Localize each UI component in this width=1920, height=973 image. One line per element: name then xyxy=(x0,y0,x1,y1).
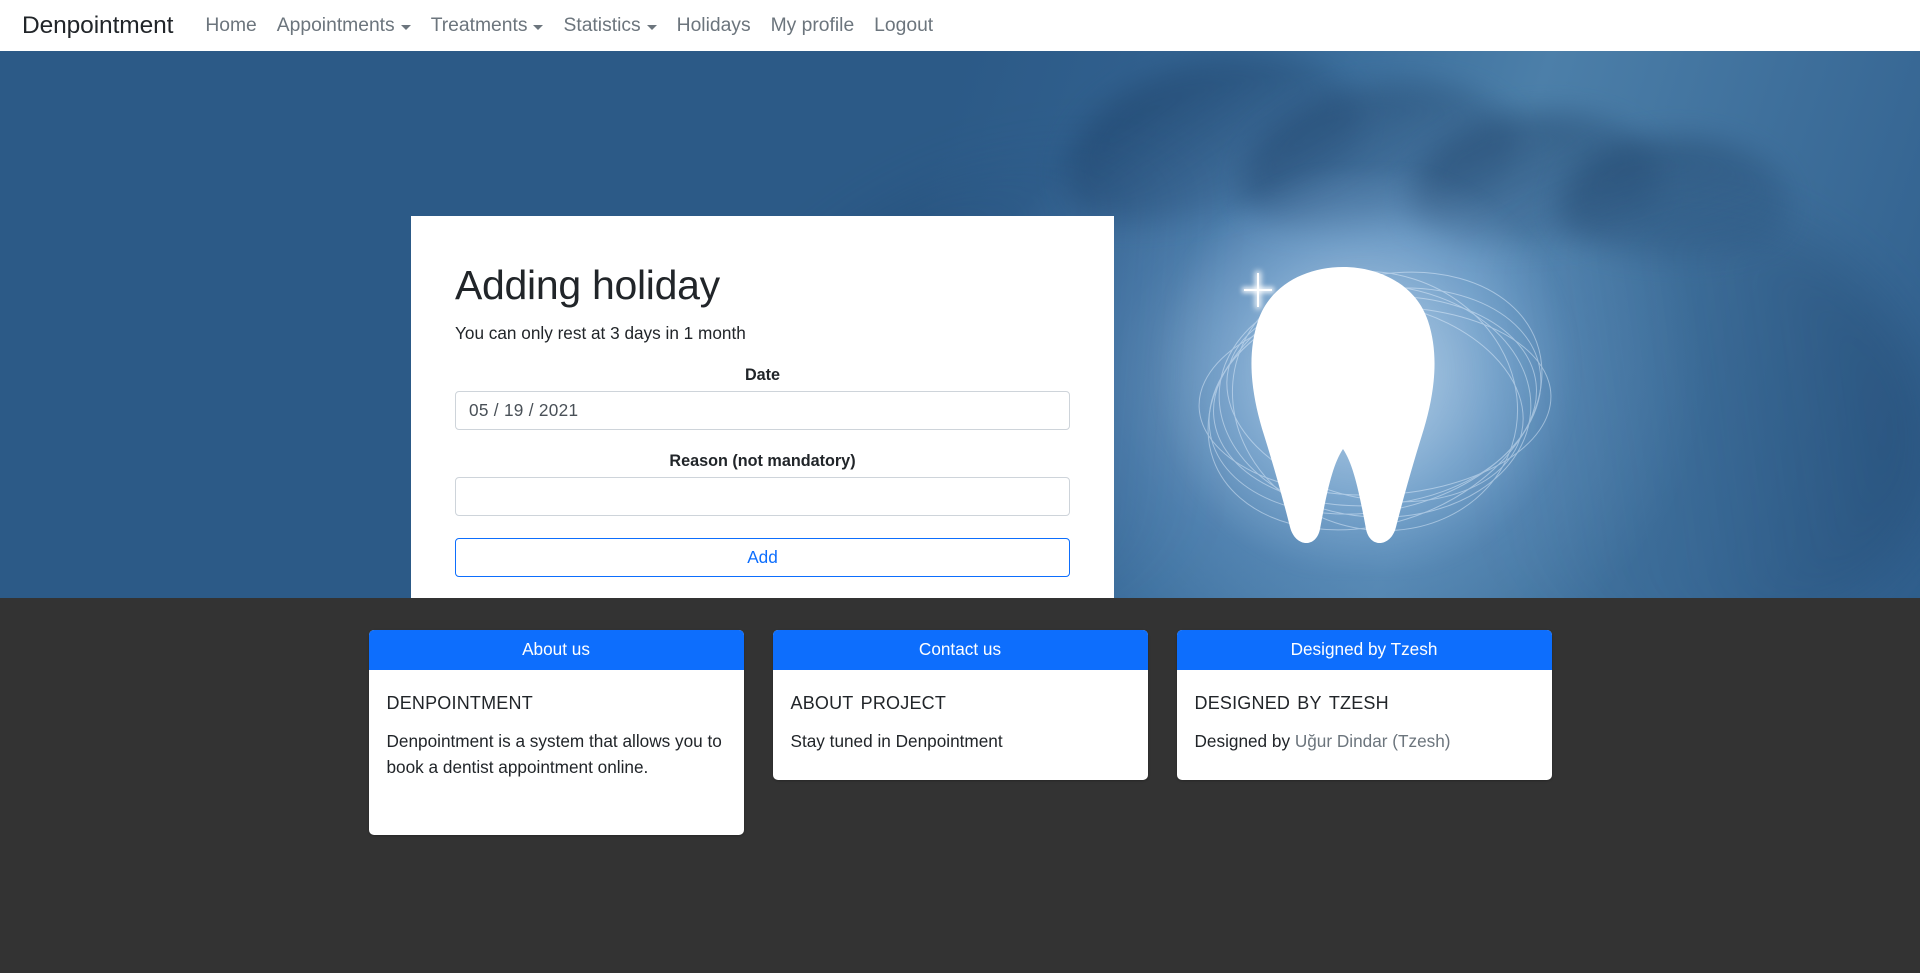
footer-card-body: Designed by Tzesh Designed by Uğur Dinda… xyxy=(1177,670,1552,780)
footer-card-about-us: About us Denpointment Denpointment is a … xyxy=(368,630,744,836)
date-form-group: Date xyxy=(455,366,1070,431)
site-footer: About us Denpointment Denpointment is a … xyxy=(0,598,1920,973)
date-label: Date xyxy=(744,366,781,385)
nav-item-statistics[interactable]: Statistics xyxy=(553,13,666,39)
footer-card-header[interactable]: About us xyxy=(368,630,744,670)
add-button[interactable]: Add xyxy=(455,538,1070,578)
nav-item-label: Holidays xyxy=(676,14,751,36)
main-navbar: Denpointment Home Appointments Treatment… xyxy=(0,0,1920,51)
date-input[interactable] xyxy=(455,391,1070,431)
nav-item-logout[interactable]: Logout xyxy=(864,13,943,39)
nav-item-label: Treatments xyxy=(430,14,528,36)
nav-item-label: Appointments xyxy=(276,14,395,36)
chevron-down-icon xyxy=(533,24,544,30)
footer-card-text: Designed by Uğur Dindar (Tzesh) xyxy=(1195,728,1534,754)
nav-item-holidays[interactable]: Holidays xyxy=(667,13,761,39)
footer-card-text: Stay tuned in Denpointment xyxy=(790,731,1003,751)
footer-card-text: Denpointment is a system that allows you… xyxy=(386,731,722,778)
adding-holiday-card: Adding holiday You can only rest at 3 da… xyxy=(411,216,1114,598)
nav-item-label: My profile xyxy=(770,14,855,36)
nav-item-label: Statistics xyxy=(563,14,641,36)
reason-label: Reason (not mandatory) xyxy=(669,452,856,471)
page-subtitle: You can only rest at 3 days in 1 month xyxy=(455,323,746,344)
footer-card-title: Designed by Tzesh xyxy=(1194,687,1389,715)
footer-card-title: Denpointment xyxy=(386,687,533,715)
tooth-icon xyxy=(1251,267,1435,544)
nav-item-label: Home xyxy=(205,14,257,36)
footer-card-contact-us: Contact us About project Stay tuned in D… xyxy=(772,630,1148,781)
nav-item-my-profile[interactable]: My profile xyxy=(761,13,865,39)
chevron-down-icon xyxy=(646,24,657,30)
footer-card-body: About project Stay tuned in Denpointment xyxy=(773,670,1148,780)
designed-by-prefix: Designed by xyxy=(1194,731,1295,751)
chevron-down-icon xyxy=(400,24,411,30)
footer-cards-row: About us Denpointment Denpointment is a … xyxy=(0,630,1920,836)
reason-input[interactable] xyxy=(455,477,1070,517)
page-title: Adding holiday xyxy=(455,262,720,308)
footer-card-header[interactable]: Designed by Tzesh xyxy=(1176,630,1552,670)
navbar-links: Home Appointments Treatments Statistics … xyxy=(195,13,943,39)
sparkle-icon xyxy=(1244,273,1272,307)
hero-section: Adding holiday You can only rest at 3 da… xyxy=(0,51,1920,598)
footer-card-body: Denpointment Denpointment is a system th… xyxy=(369,670,744,835)
designer-link[interactable]: Uğur Dindar (Tzesh) xyxy=(1295,731,1451,751)
navbar-brand[interactable]: Denpointment xyxy=(22,12,173,40)
reason-form-group: Reason (not mandatory) xyxy=(455,452,1070,517)
footer-card-header[interactable]: Contact us xyxy=(772,630,1148,670)
footer-card-designed-by: Designed by Tzesh Designed by Tzesh Desi… xyxy=(1176,630,1552,781)
nav-item-home[interactable]: Home xyxy=(195,13,266,39)
footer-card-title: About project xyxy=(790,687,947,715)
nav-item-label: Logout xyxy=(874,14,934,36)
nav-item-appointments[interactable]: Appointments xyxy=(267,13,421,39)
nav-item-treatments[interactable]: Treatments xyxy=(421,13,554,39)
